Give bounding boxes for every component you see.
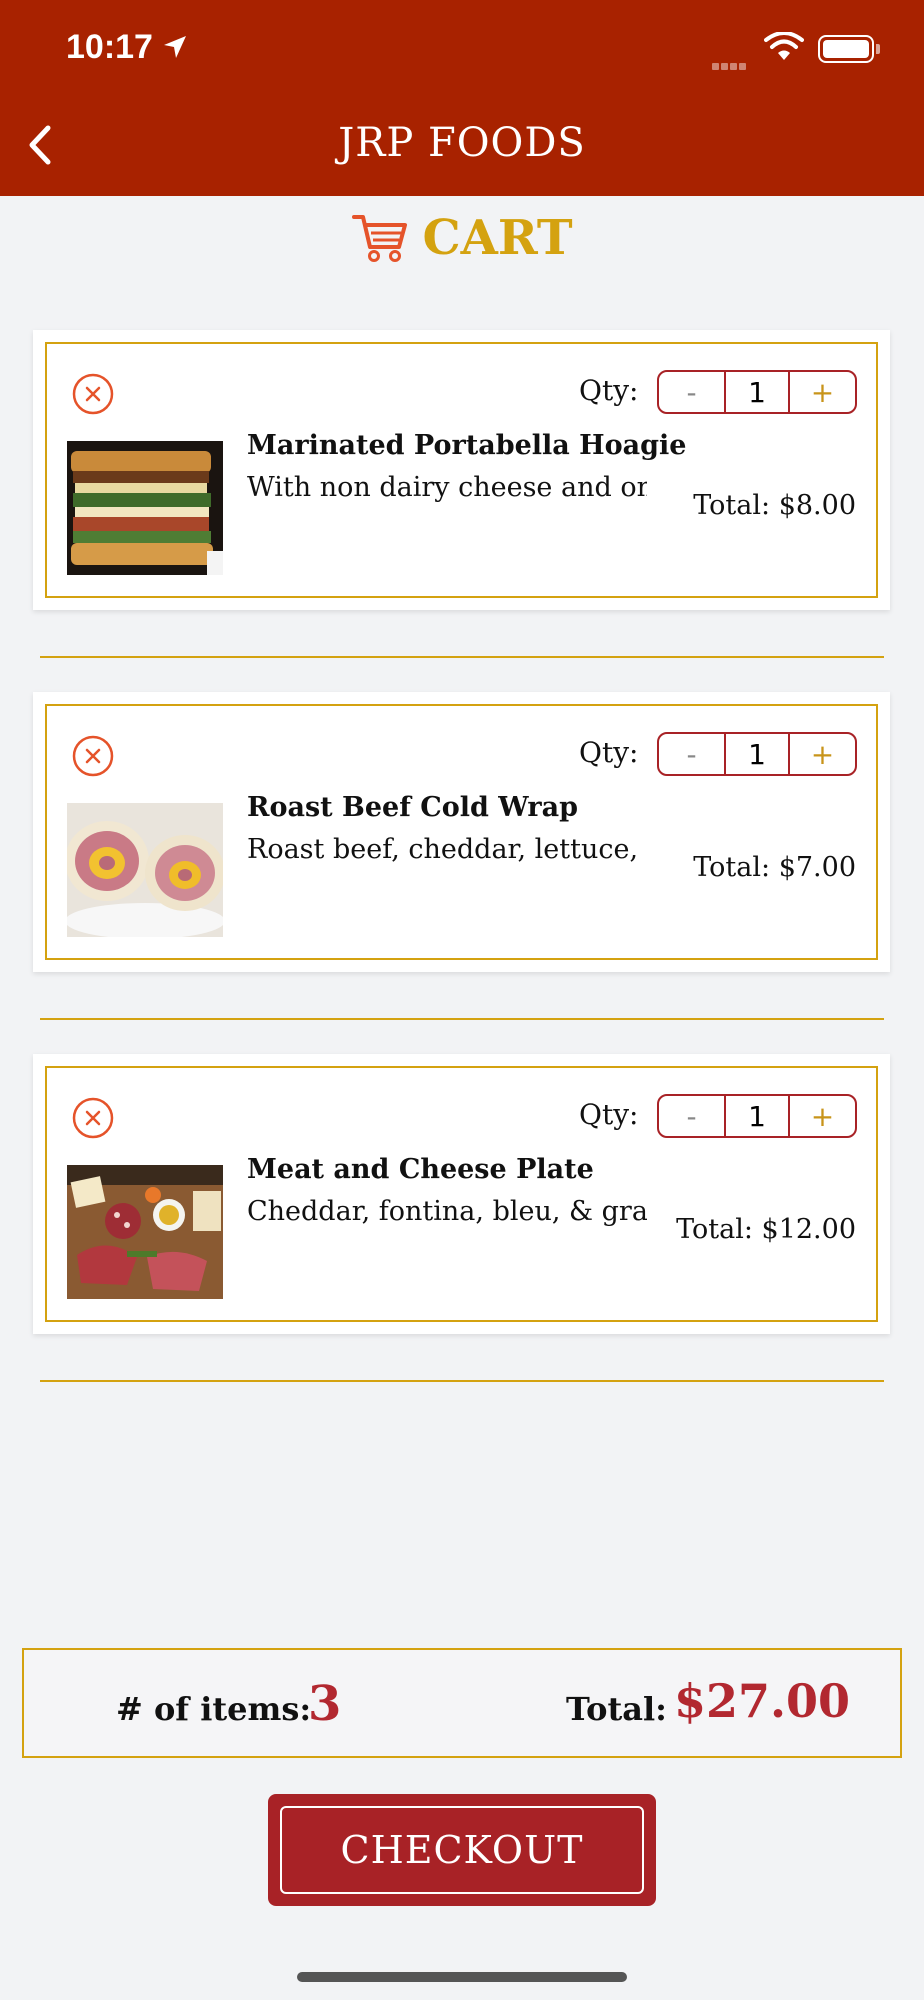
wifi-icon xyxy=(764,32,804,60)
divider xyxy=(40,1380,884,1382)
increase-qty-button[interactable]: + xyxy=(790,372,855,412)
item-total: Total: $12.00 xyxy=(676,1214,856,1245)
item-count-label: # of items: xyxy=(116,1690,312,1728)
increase-qty-button[interactable]: + xyxy=(790,734,855,774)
close-circle-icon xyxy=(72,373,114,415)
location-arrow-icon xyxy=(164,36,186,58)
status-time: 10:17 xyxy=(66,28,153,66)
quantity-stepper: - 1 + xyxy=(657,1094,857,1138)
app-header: 10:17 JRP FOODS xyxy=(0,0,924,196)
cellular-signal-icon xyxy=(712,55,748,74)
item-count-value: 3 xyxy=(308,1676,342,1732)
item-description: Cheddar, fontina, bleu, & gran c... xyxy=(247,1196,647,1227)
item-image xyxy=(67,1165,223,1299)
qty-label: Qty: xyxy=(579,736,639,769)
item-image xyxy=(67,803,223,937)
qty-value: 1 xyxy=(724,734,790,774)
checkout-button[interactable]: CHECKOUT xyxy=(268,1794,656,1906)
qty-value: 1 xyxy=(724,1096,790,1136)
item-image xyxy=(67,441,223,575)
order-total-label: Total: xyxy=(566,1690,667,1728)
qty-value: 1 xyxy=(724,372,790,412)
item-name: Meat and Cheese Plate xyxy=(247,1154,594,1185)
item-name: Marinated Portabella Hoagie xyxy=(247,430,687,461)
shopping-cart-icon xyxy=(352,215,408,262)
item-name: Roast Beef Cold Wrap xyxy=(247,792,578,823)
order-total-value: $27.00 xyxy=(674,1674,851,1728)
close-circle-icon xyxy=(72,735,114,777)
decrease-qty-button[interactable]: - xyxy=(659,1096,724,1136)
divider xyxy=(40,1018,884,1020)
divider xyxy=(40,656,884,658)
remove-item-button[interactable] xyxy=(71,734,115,778)
item-description: With non dairy cheese and onions xyxy=(247,472,647,503)
increase-qty-button[interactable]: + xyxy=(790,1096,855,1136)
cart-item: Qty: - 1 + Meat and Cheese Plate Cheddar… xyxy=(33,1054,890,1334)
decrease-qty-button[interactable]: - xyxy=(659,734,724,774)
qty-label: Qty: xyxy=(579,374,639,407)
order-summary: # of items: 3 Total: $27.00 xyxy=(22,1648,902,1758)
remove-item-button[interactable] xyxy=(71,1096,115,1140)
quantity-stepper: - 1 + xyxy=(657,370,857,414)
item-description: Roast beef, cheddar, lettuce, to... xyxy=(247,834,647,865)
close-circle-icon xyxy=(72,1097,114,1139)
item-total: Total: $8.00 xyxy=(693,490,856,521)
cart-heading: CART xyxy=(0,210,924,266)
item-total: Total: $7.00 xyxy=(693,852,856,883)
quantity-stepper: - 1 + xyxy=(657,732,857,776)
app-title: JRP FOODS xyxy=(338,120,586,166)
home-indicator xyxy=(297,1972,627,1982)
cart-title: CART xyxy=(422,210,573,266)
remove-item-button[interactable] xyxy=(71,372,115,416)
cart-item: Qty: - 1 + Marinated Portabella Hoagie W… xyxy=(33,330,890,610)
qty-label: Qty: xyxy=(579,1098,639,1131)
battery-icon xyxy=(818,35,874,63)
decrease-qty-button[interactable]: - xyxy=(659,372,724,412)
cart-item: Qty: - 1 + Roast Beef Cold Wrap Roast be… xyxy=(33,692,890,972)
checkout-label: CHECKOUT xyxy=(280,1806,644,1894)
